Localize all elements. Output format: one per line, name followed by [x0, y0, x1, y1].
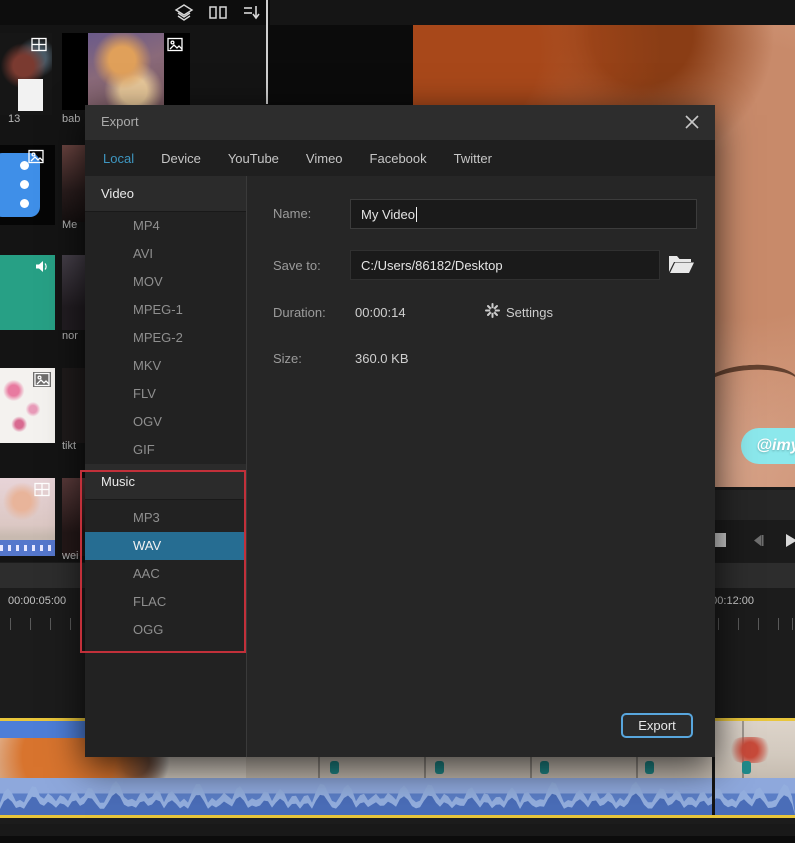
browse-folder-button[interactable]: [667, 252, 695, 277]
clip-thumb-detail: [728, 737, 772, 763]
tab-device[interactable]: Device: [161, 151, 201, 166]
media-label: 13: [8, 113, 20, 125]
watermark-badge: @imy: [741, 428, 795, 464]
media-thumbnail-partial[interactable]: [62, 368, 85, 443]
format-gif[interactable]: GIF: [85, 436, 246, 464]
format-mov[interactable]: MOV: [85, 268, 246, 296]
media-thumbnail-pool[interactable]: [0, 478, 55, 556]
export-button[interactable]: Export: [621, 713, 693, 738]
media-thumbnail-partial[interactable]: [62, 145, 85, 222]
media-thumbnail-flowers[interactable]: [0, 368, 55, 443]
size-label: Size:: [273, 351, 302, 366]
film-grid-badge-icon: [30, 37, 48, 52]
media-thumbnail-partial[interactable]: [62, 255, 85, 330]
gear-icon[interactable]: [485, 303, 500, 318]
step-back-icon[interactable]: [750, 533, 766, 548]
media-label: wei: [62, 550, 79, 562]
thumbnail-detail: [18, 79, 43, 111]
save-to-input[interactable]: C:/Users/86182/Desktop: [350, 250, 660, 280]
dialog-title: Export: [101, 114, 139, 129]
name-label: Name:: [273, 206, 311, 221]
tab-vimeo[interactable]: Vimeo: [306, 151, 343, 166]
format-flac[interactable]: FLAC: [85, 588, 246, 616]
timeline-timestamp-left: 00:00:05:00: [8, 595, 66, 607]
format-flv[interactable]: FLV: [85, 380, 246, 408]
format-ogg[interactable]: OGG: [85, 616, 246, 644]
media-label: tikt: [62, 440, 76, 452]
close-icon[interactable]: [683, 113, 701, 131]
tab-twitter[interactable]: Twitter: [454, 151, 492, 166]
format-avi[interactable]: AVI: [85, 240, 246, 268]
film-grid-badge-icon: [33, 482, 51, 497]
thumbnail-image: [88, 33, 164, 110]
top-toolbar: [0, 0, 795, 25]
dialog-title-bar: Export: [85, 105, 715, 140]
export-dialog: Export Local Device YouTube Vimeo Facebo…: [85, 105, 715, 757]
layers-icon[interactable]: [174, 3, 194, 22]
save-to-value: C:/Users/86182/Desktop: [361, 258, 503, 273]
timeline-track-empty: [0, 824, 795, 836]
format-aac[interactable]: AAC: [85, 560, 246, 588]
format-mp4[interactable]: MP4: [85, 212, 246, 240]
settings-link[interactable]: Settings: [506, 305, 553, 320]
music-section-header: Music: [85, 464, 246, 500]
media-thumbnail-audio[interactable]: [0, 255, 55, 330]
size-value: 360.0 KB: [355, 351, 409, 366]
format-mpeg-1[interactable]: MPEG-1: [85, 296, 246, 324]
media-label: bab: [62, 113, 80, 125]
play-icon[interactable]: [784, 533, 795, 548]
duration-value: 00:00:14: [355, 305, 406, 320]
save-to-label: Save to:: [273, 258, 321, 273]
name-value: My Video: [361, 207, 415, 222]
media-thumbnail-partial[interactable]: [62, 478, 85, 556]
format-mpeg-2[interactable]: MPEG-2: [85, 324, 246, 352]
export-settings-panel: Name: My Video Save to: C:/Users/86182/D…: [247, 176, 715, 757]
image-badge-icon: [33, 372, 51, 387]
duration-label: Duration:: [273, 305, 326, 320]
media-thumbnail-baby[interactable]: [62, 33, 190, 110]
panel-gap: [268, 25, 413, 105]
media-thumbnail-reel[interactable]: [0, 145, 55, 225]
name-input[interactable]: My Video: [350, 199, 697, 229]
media-label: nor: [62, 330, 78, 342]
tab-youtube[interactable]: YouTube: [228, 151, 279, 166]
tab-local[interactable]: Local: [103, 151, 134, 166]
sort-icon[interactable]: [241, 3, 261, 22]
audio-waveform: [0, 778, 795, 815]
timeline-bottom-strip: [0, 836, 795, 843]
tab-facebook[interactable]: Facebook: [370, 151, 427, 166]
dialog-tab-bar: Local Device YouTube Vimeo Facebook Twit…: [85, 140, 715, 176]
format-mp3[interactable]: MP3: [85, 504, 246, 532]
media-thumbnail-video-13[interactable]: [0, 33, 52, 115]
toolbar-right-section: [270, 0, 795, 25]
thumbnail-detail: [0, 540, 55, 556]
image-badge-icon: [166, 37, 184, 52]
app-root: 13 bab Me nor: [0, 0, 795, 843]
format-wav[interactable]: WAV: [85, 532, 246, 560]
split-view-icon[interactable]: [208, 3, 228, 22]
format-ogv[interactable]: OGV: [85, 408, 246, 436]
media-label: Me: [62, 219, 77, 231]
text-caret: [416, 207, 417, 222]
video-section-header: Video: [85, 176, 246, 212]
format-sidebar: Video MP4 AVI MOV MPEG-1 MPEG-2 MKV FLV …: [85, 176, 247, 757]
format-mkv[interactable]: MKV: [85, 352, 246, 380]
speaker-icon: [33, 259, 51, 274]
image-badge-icon: [27, 149, 45, 164]
